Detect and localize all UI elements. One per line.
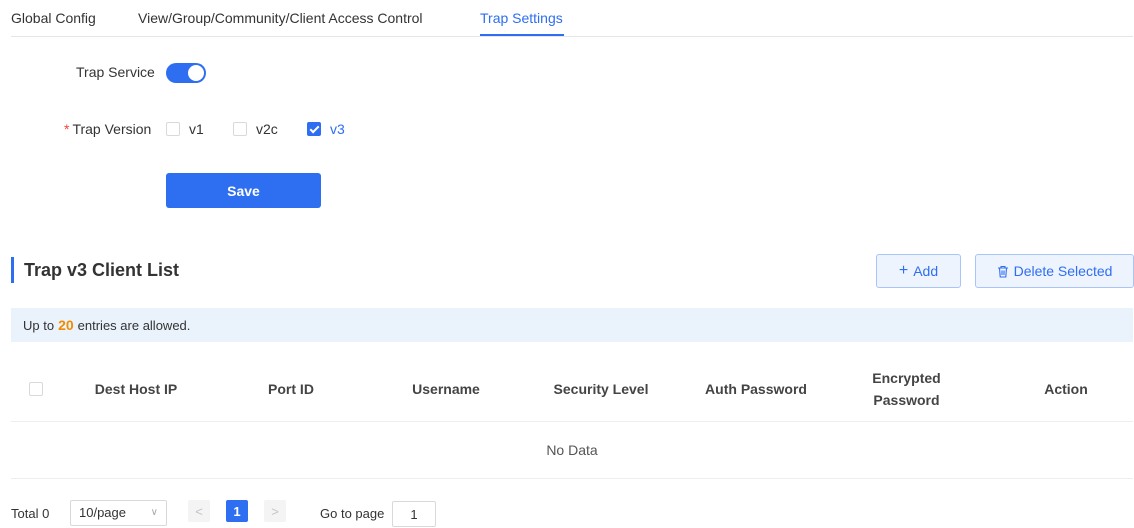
add-button-label: Add (913, 263, 939, 279)
table-empty-state: No Data (11, 422, 1133, 479)
trash-icon (997, 265, 1009, 278)
v1-label[interactable]: v1 (189, 121, 204, 137)
column-auth-password: Auth Password (705, 381, 807, 397)
chevron-down-icon: ∨ (150, 507, 158, 518)
column-port-id: Port ID (268, 381, 314, 397)
current-page-button[interactable]: 1 (226, 500, 248, 522)
goto-page-label: Go to page (320, 506, 385, 521)
section-accent-bar (11, 257, 14, 283)
trap-version-label: * Trap Version (64, 121, 151, 137)
v3-checkbox[interactable] (307, 122, 321, 136)
trap-service-label: Trap Service (76, 64, 155, 80)
tab-trap-settings[interactable]: Trap Settings (480, 10, 563, 26)
active-tab-indicator (480, 34, 564, 36)
section-title: Trap v3 Client List (24, 260, 180, 280)
notice-prefix: Up to (23, 318, 55, 333)
column-security-level: Security Level (553, 381, 649, 397)
prev-page-button[interactable]: < (188, 500, 210, 522)
delete-selected-button[interactable]: Delete Selected (975, 254, 1134, 288)
trap-version-text: Trap Version (72, 121, 152, 137)
tab-bar: Global Config View/Group/Community/Clien… (11, 0, 1133, 37)
column-username: Username (412, 381, 480, 397)
page-size-value: 10/page (79, 505, 126, 520)
toggle-knob (188, 65, 204, 81)
select-all-checkbox[interactable] (29, 382, 43, 396)
page-size-select[interactable]: 10/page ∨ (70, 500, 167, 526)
tab-access-control[interactable]: View/Group/Community/Client Access Contr… (138, 10, 423, 26)
required-mark: * (64, 121, 70, 137)
column-dest-host-ip: Dest Host IP (94, 381, 178, 397)
column-action: Action (1044, 381, 1088, 397)
save-button[interactable]: Save (166, 173, 321, 208)
total-count: Total 0 (11, 506, 50, 521)
table-header: Dest Host IP Port ID Username Security L… (11, 356, 1133, 422)
v3-label[interactable]: v3 (330, 121, 345, 137)
next-page-button[interactable]: > (264, 500, 286, 522)
notice-suffix: entries are allowed. (77, 318, 191, 333)
trap-service-toggle[interactable] (166, 63, 206, 83)
v2c-label[interactable]: v2c (256, 121, 278, 137)
goto-page-input[interactable] (392, 501, 436, 527)
plus-icon: + (898, 262, 909, 279)
entries-limit-count: 20 (58, 317, 74, 333)
add-button[interactable]: + Add (876, 254, 961, 288)
delete-button-label: Delete Selected (1013, 263, 1113, 279)
column-encrypted-password: Encrypted Password (872, 370, 941, 408)
entries-limit-notice: Up to 20 entries are allowed. (11, 308, 1133, 342)
v1-checkbox[interactable] (166, 122, 180, 136)
v2c-checkbox[interactable] (233, 122, 247, 136)
tab-global-config[interactable]: Global Config (11, 10, 96, 26)
